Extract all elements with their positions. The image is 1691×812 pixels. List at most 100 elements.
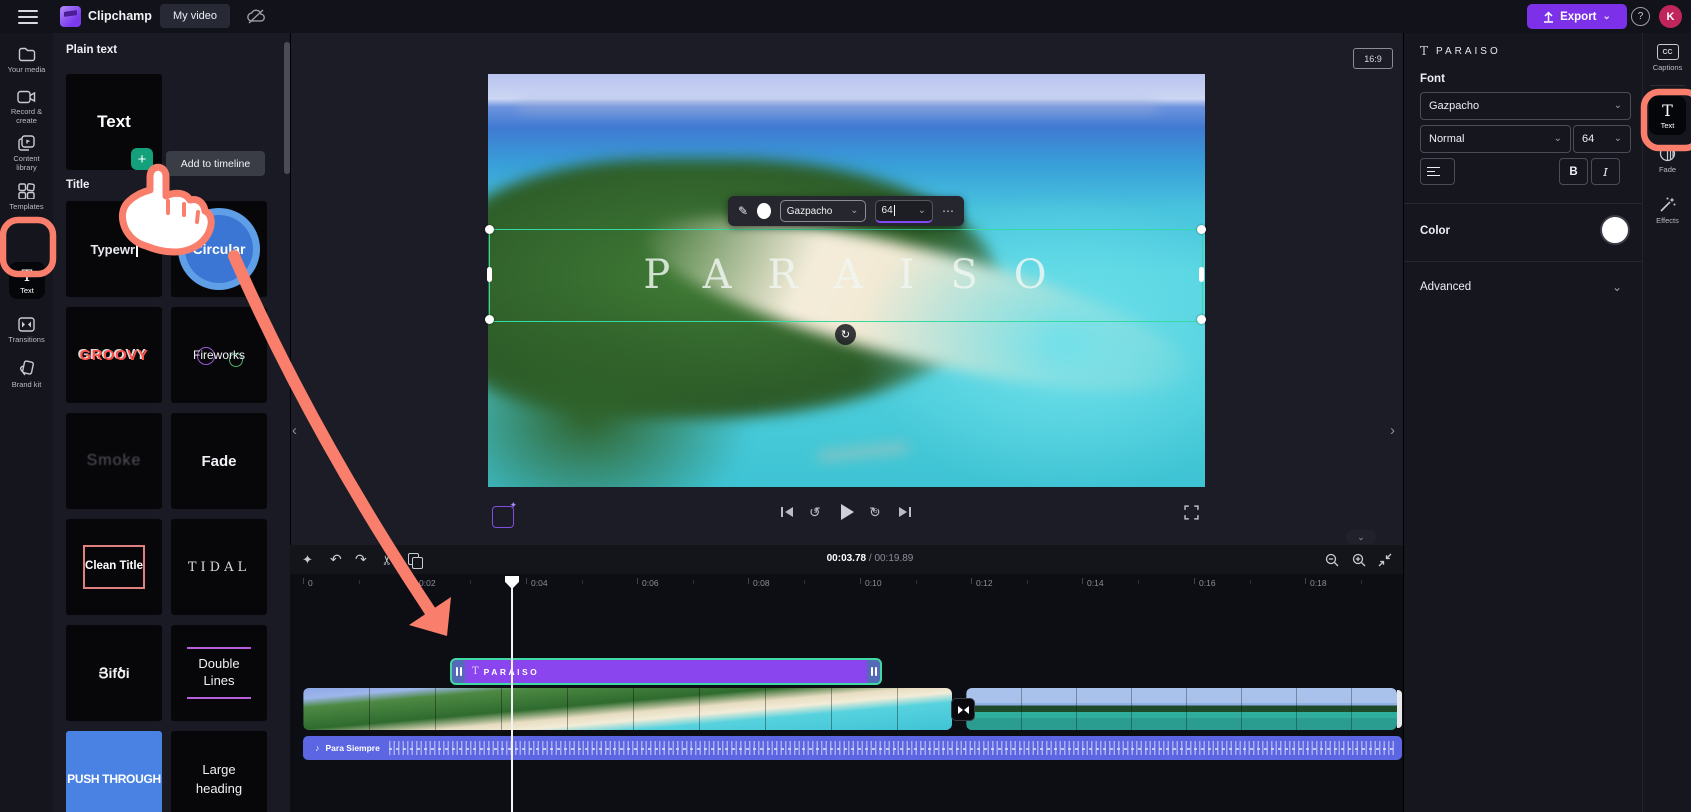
- title-tile-fireworks[interactable]: Fireworks: [171, 307, 267, 403]
- fit-timeline-icon[interactable]: [1378, 553, 1392, 567]
- sidebar-item-record-create[interactable]: Record & create: [0, 90, 53, 126]
- timeline-video-clip-1[interactable]: [303, 688, 952, 730]
- title-tile-double-lines[interactable]: Double Lines: [171, 625, 267, 721]
- chevron-down-icon: ⌄: [850, 205, 859, 216]
- collapse-timeline-button[interactable]: ⌄: [1346, 530, 1376, 544]
- total-time: 00:19.89: [874, 553, 914, 564]
- title-tile-smoke[interactable]: Smoke: [66, 413, 162, 509]
- magic-tools-icon[interactable]: ✦: [302, 552, 313, 568]
- title-tile-typewriter[interactable]: Typewr: [66, 201, 162, 297]
- zoom-in-icon[interactable]: [1352, 553, 1366, 567]
- ai-tool-icon[interactable]: ✦: [492, 500, 517, 528]
- timeline-video-clip-2[interactable]: [966, 688, 1397, 730]
- font-value: Gazpacho: [786, 205, 833, 217]
- more-options-icon[interactable]: ⋯: [942, 204, 954, 218]
- ruler-label: 0:10: [865, 578, 882, 588]
- italic-button[interactable]: I: [1591, 158, 1620, 185]
- selection-handle-bl[interactable]: [485, 315, 494, 324]
- sidebar-item-text[interactable]: T Text: [9, 262, 45, 299]
- sidebar-item-your-media[interactable]: Your media: [0, 47, 53, 74]
- skip-to-start-button[interactable]: [781, 507, 793, 517]
- clip-trim-handle-right[interactable]: [867, 660, 880, 683]
- timeline-audio-clip[interactable]: ♪ Para Siempre: [303, 736, 1402, 760]
- selection-handle-br[interactable]: [1197, 315, 1206, 324]
- fullscreen-icon[interactable]: [1184, 505, 1199, 520]
- sidebar-item-templates[interactable]: Templates: [0, 183, 53, 211]
- title-tile-fade[interactable]: Fade: [171, 413, 267, 509]
- play-button[interactable]: [841, 504, 854, 520]
- title-tile-push-through[interactable]: PUSH THROUGH: [66, 731, 162, 812]
- title-tile-tidal[interactable]: TIDAL: [171, 519, 267, 615]
- font-weight-select[interactable]: Normal ⌄: [1420, 125, 1571, 153]
- tile-label: PUSH THROUGH: [67, 772, 161, 786]
- font-size-input[interactable]: 64 ⌄: [874, 199, 933, 223]
- selection-handle-tl[interactable]: [485, 225, 494, 234]
- skip-to-end-button[interactable]: [899, 507, 911, 517]
- zoom-out-icon[interactable]: [1325, 553, 1339, 567]
- project-title-tab[interactable]: My video: [160, 4, 230, 28]
- color-swatch[interactable]: [1600, 215, 1630, 245]
- text-cursor: [893, 205, 895, 216]
- music-note-icon: ♪: [315, 743, 320, 753]
- top-bar: Clipchamp My video Export ⌄ ? K: [0, 0, 1691, 34]
- text-panel: Plain text Text + Add to timeline Title …: [53, 33, 290, 812]
- tile-label: GROOVY: [79, 346, 149, 364]
- clip-trim-handle-left[interactable]: [452, 660, 465, 683]
- effects-wand-icon: [1660, 197, 1676, 212]
- pencil-icon[interactable]: ✎: [738, 204, 748, 218]
- tile-label: Large heading: [195, 761, 243, 797]
- redo-icon[interactable]: ↷: [355, 551, 367, 568]
- font-size-value: 64: [881, 205, 893, 216]
- text-color-swatch[interactable]: [757, 203, 771, 219]
- selection-handle-tr[interactable]: [1197, 225, 1206, 234]
- help-button[interactable]: ?: [1631, 7, 1650, 26]
- font-dropdown[interactable]: Gazpacho ⌄: [779, 200, 866, 222]
- ruler-label: 0:04: [531, 578, 548, 588]
- expand-right-panel-chevron[interactable]: ›: [1390, 422, 1395, 439]
- rewind-5s-button[interactable]: ↺ 5: [809, 504, 821, 521]
- aspect-ratio-badge[interactable]: 16:9: [1353, 48, 1393, 69]
- text-align-button[interactable]: [1420, 158, 1455, 185]
- selection-handle-left[interactable]: [487, 267, 492, 282]
- preview-text[interactable]: PARAISO: [489, 229, 1201, 320]
- ruler-label: 0:14: [1087, 578, 1104, 588]
- title-tile-groovy[interactable]: GROOVY: [66, 307, 162, 403]
- rail-item-text[interactable]: T Text: [1649, 96, 1686, 135]
- split-scissors-icon[interactable]: ✂: [379, 555, 395, 566]
- rail-item-captions[interactable]: CC Captions: [1643, 44, 1691, 72]
- font-family-select[interactable]: Gazpacho ⌄: [1420, 92, 1631, 120]
- playhead-line[interactable]: [511, 586, 513, 812]
- collapse-left-panel-chevron[interactable]: ‹: [292, 422, 297, 439]
- font-size-value: 64: [1582, 133, 1595, 145]
- sidebar-item-label: Content library: [13, 154, 40, 173]
- title-tile-circular[interactable]: Circular: [171, 201, 267, 297]
- font-size-select[interactable]: 64 ⌄: [1573, 125, 1631, 153]
- sidebar-item-content-library[interactable]: Content library: [0, 135, 53, 173]
- rail-item-effects[interactable]: Effects: [1643, 196, 1691, 225]
- tile-label: Double Lines: [198, 656, 240, 688]
- ruler-label: 0: [308, 578, 313, 588]
- forward-5s-button[interactable]: ↻ 5: [869, 504, 881, 521]
- transition-button[interactable]: [951, 698, 975, 721]
- selection-handle-right[interactable]: [1199, 267, 1204, 282]
- undo-icon[interactable]: ↶: [330, 551, 342, 568]
- avatar[interactable]: K: [1659, 5, 1682, 28]
- sidebar-item-transitions[interactable]: Transitions: [0, 317, 53, 344]
- rail-item-fade[interactable]: Fade: [1643, 145, 1691, 174]
- sidebar-item-brand-kit[interactable]: Brand kit: [0, 360, 53, 389]
- rotate-handle[interactable]: ↻: [835, 324, 856, 345]
- sidebar-item-label: Your media: [7, 65, 46, 74]
- title-tile-clean-title[interactable]: Clean Title: [66, 519, 162, 615]
- font-family-value: Gazpacho: [1429, 100, 1480, 112]
- timeline-text-clip[interactable]: T PARAISO: [450, 658, 882, 685]
- color-section-heading: Color: [1420, 225, 1451, 237]
- hamburger-menu-icon[interactable]: [18, 10, 38, 24]
- export-button[interactable]: Export ⌄: [1527, 4, 1627, 29]
- add-to-timeline-button[interactable]: +: [131, 148, 153, 170]
- duplicate-icon[interactable]: [408, 553, 423, 569]
- advanced-expand-chevron[interactable]: ⌄: [1612, 281, 1622, 293]
- bold-button[interactable]: B: [1559, 158, 1588, 185]
- rail-divider: [1650, 85, 1685, 86]
- title-tile-script[interactable]: Յifծi: [66, 625, 162, 721]
- title-tile-large-heading[interactable]: Large heading: [171, 731, 267, 812]
